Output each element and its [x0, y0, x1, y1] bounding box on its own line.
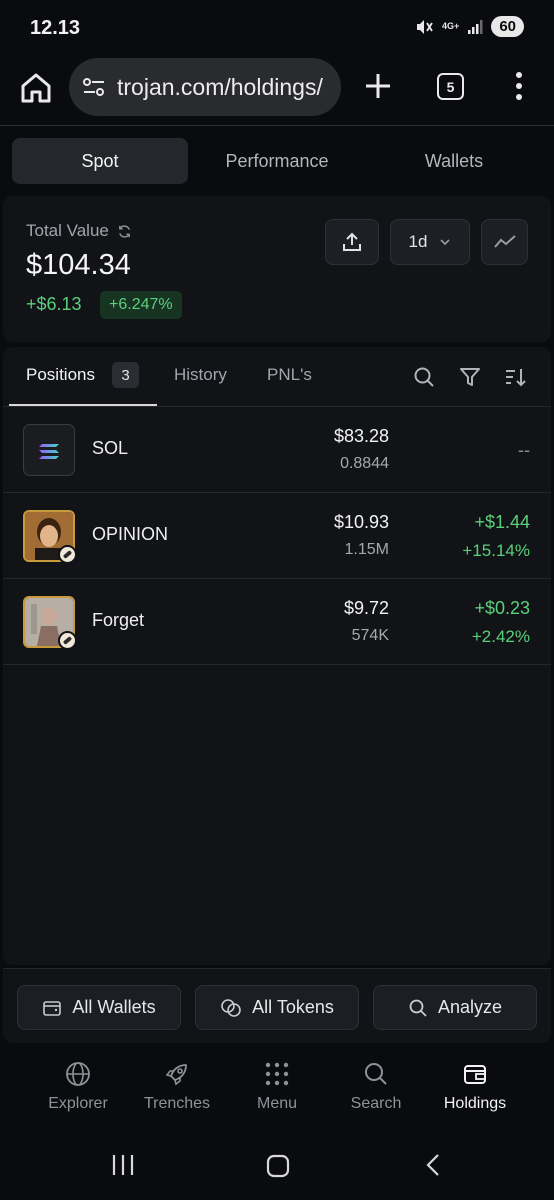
tab-pnls[interactable]: PNL's: [267, 365, 312, 385]
rocket-icon: [165, 1064, 187, 1086]
new-tab-icon[interactable]: [362, 70, 394, 102]
token-name: OPINION: [92, 524, 169, 544]
total-value-label: Total Value: [26, 221, 109, 240]
total-value-amount: $104.34: [26, 249, 131, 281]
home-icon[interactable]: [18, 70, 54, 106]
tab-switcher-button[interactable]: 5: [437, 73, 464, 100]
token-value: $83.28: [333, 426, 389, 446]
nav-label: Search: [350, 1095, 402, 1112]
all-wallets-button[interactable]: All Wallets: [17, 985, 181, 1030]
holdings-tabs: Spot Performance Wallets: [0, 128, 554, 194]
period-select[interactable]: 1d: [390, 219, 470, 265]
nav-search[interactable]: Search: [326, 1061, 426, 1113]
pill-badge-icon: [58, 631, 77, 650]
total-value-change-pct: +6.247%: [100, 291, 182, 319]
status-bar: 12.13 4G+ 60: [0, 0, 554, 56]
token-value: $9.72: [343, 598, 389, 618]
nav-trenches[interactable]: Trenches: [127, 1061, 227, 1113]
filter-icon[interactable]: [458, 365, 482, 389]
tab-positions[interactable]: Positions: [26, 365, 95, 385]
trend-line-icon: [493, 235, 516, 248]
grid-dots-icon: [265, 1062, 289, 1086]
network-indicator: 4G+: [442, 21, 460, 31]
total-value-change: +$6.13: [26, 294, 82, 314]
positions-card: Positions 3 History PNL's SOL $83.28 0.8…: [3, 347, 551, 965]
chevron-down-icon: [440, 239, 451, 246]
globe-icon: [66, 1062, 90, 1086]
active-tab-underline: [9, 404, 157, 406]
token-amount: 574K: [351, 627, 389, 644]
total-value-card: Total Value $104.34 +$6.13 +6.247% 1d: [3, 196, 551, 342]
status-icons: 4G+ 60: [414, 16, 524, 37]
token-pnl: +$0.23: [474, 598, 530, 618]
nav-label: Trenches: [143, 1095, 211, 1112]
system-nav-bar: [0, 1131, 554, 1200]
analyze-label: Analyze: [437, 997, 503, 1017]
pill-badge-icon: [58, 545, 77, 564]
browser-toolbar: trojan.com/holdings/ 5: [0, 56, 554, 126]
tab-spot[interactable]: Spot: [12, 138, 188, 184]
wallet-icon: [464, 1065, 486, 1084]
solana-icon: [23, 424, 75, 476]
opinion-token-icon: [23, 510, 77, 564]
token-name: SOL: [92, 438, 129, 458]
all-wallets-label: All Wallets: [72, 997, 156, 1017]
forget-token-icon: [23, 596, 77, 650]
nav-label: Explorer: [48, 1095, 108, 1112]
chart-toggle-button[interactable]: [481, 219, 528, 265]
tab-wallets[interactable]: Wallets: [366, 138, 542, 184]
nav-holdings[interactable]: Holdings: [425, 1061, 525, 1113]
battery-indicator: 60: [491, 16, 524, 37]
refresh-icon[interactable]: [117, 224, 132, 239]
token-name: Forget: [92, 610, 145, 630]
mute-icon: [417, 19, 433, 34]
token-pnl-pct: +2.42%: [471, 627, 530, 646]
search-icon: [365, 1063, 387, 1085]
site-settings-icon[interactable]: [81, 75, 107, 99]
nav-label: Holdings: [443, 1095, 507, 1112]
positions-tabs: Positions 3 History PNL's: [3, 347, 551, 407]
token-pnl: --: [518, 440, 530, 460]
action-bar: All Wallets All Tokens Analyze: [3, 968, 551, 1043]
share-icon: [343, 232, 361, 251]
token-pnl: +$1.44: [474, 512, 530, 532]
search-icon[interactable]: [412, 365, 436, 389]
search-icon: [409, 999, 427, 1017]
bottom-nav: Explorer Trenches Menu Search Holdings: [0, 1045, 554, 1131]
nav-menu[interactable]: Menu: [227, 1061, 327, 1113]
tab-history[interactable]: History: [174, 365, 227, 385]
address-bar[interactable]: trojan.com/holdings/: [69, 58, 341, 116]
token-value: $10.93: [333, 512, 389, 532]
token-amount: 0.8844: [340, 455, 389, 472]
coins-icon: [221, 998, 241, 1017]
more-menu-icon[interactable]: [509, 70, 529, 102]
recent-apps-icon[interactable]: [111, 1153, 135, 1177]
tab-performance[interactable]: Performance: [189, 138, 365, 184]
wallet-icon: [43, 1000, 62, 1016]
signal-icon: [468, 19, 483, 34]
back-icon[interactable]: [422, 1153, 446, 1177]
nav-explorer[interactable]: Explorer: [28, 1061, 128, 1113]
token-amount: 1.15M: [344, 541, 389, 558]
all-tokens-label: All Tokens: [252, 997, 334, 1017]
position-row-forget[interactable]: Forget $9.72 574K +$0.23 +2.42%: [3, 579, 551, 665]
sort-icon[interactable]: [503, 365, 527, 389]
nav-label: Menu: [256, 1095, 298, 1112]
token-pnl-pct: +15.14%: [462, 541, 530, 560]
total-value-label-group: Total Value: [26, 221, 132, 241]
position-row-opinion[interactable]: OPINION $10.93 1.15M +$1.44 +15.14%: [3, 493, 551, 579]
position-row-sol[interactable]: SOL $83.28 0.8844 --: [3, 407, 551, 493]
analyze-button[interactable]: Analyze: [373, 985, 537, 1030]
all-tokens-button[interactable]: All Tokens: [195, 985, 359, 1030]
home-button-icon[interactable]: [265, 1153, 291, 1179]
period-value: 1d: [408, 232, 428, 251]
url-text: trojan.com/holdings/: [117, 73, 323, 100]
positions-count-badge: 3: [112, 362, 139, 388]
share-button[interactable]: [325, 219, 379, 265]
status-time: 12.13: [30, 17, 81, 39]
